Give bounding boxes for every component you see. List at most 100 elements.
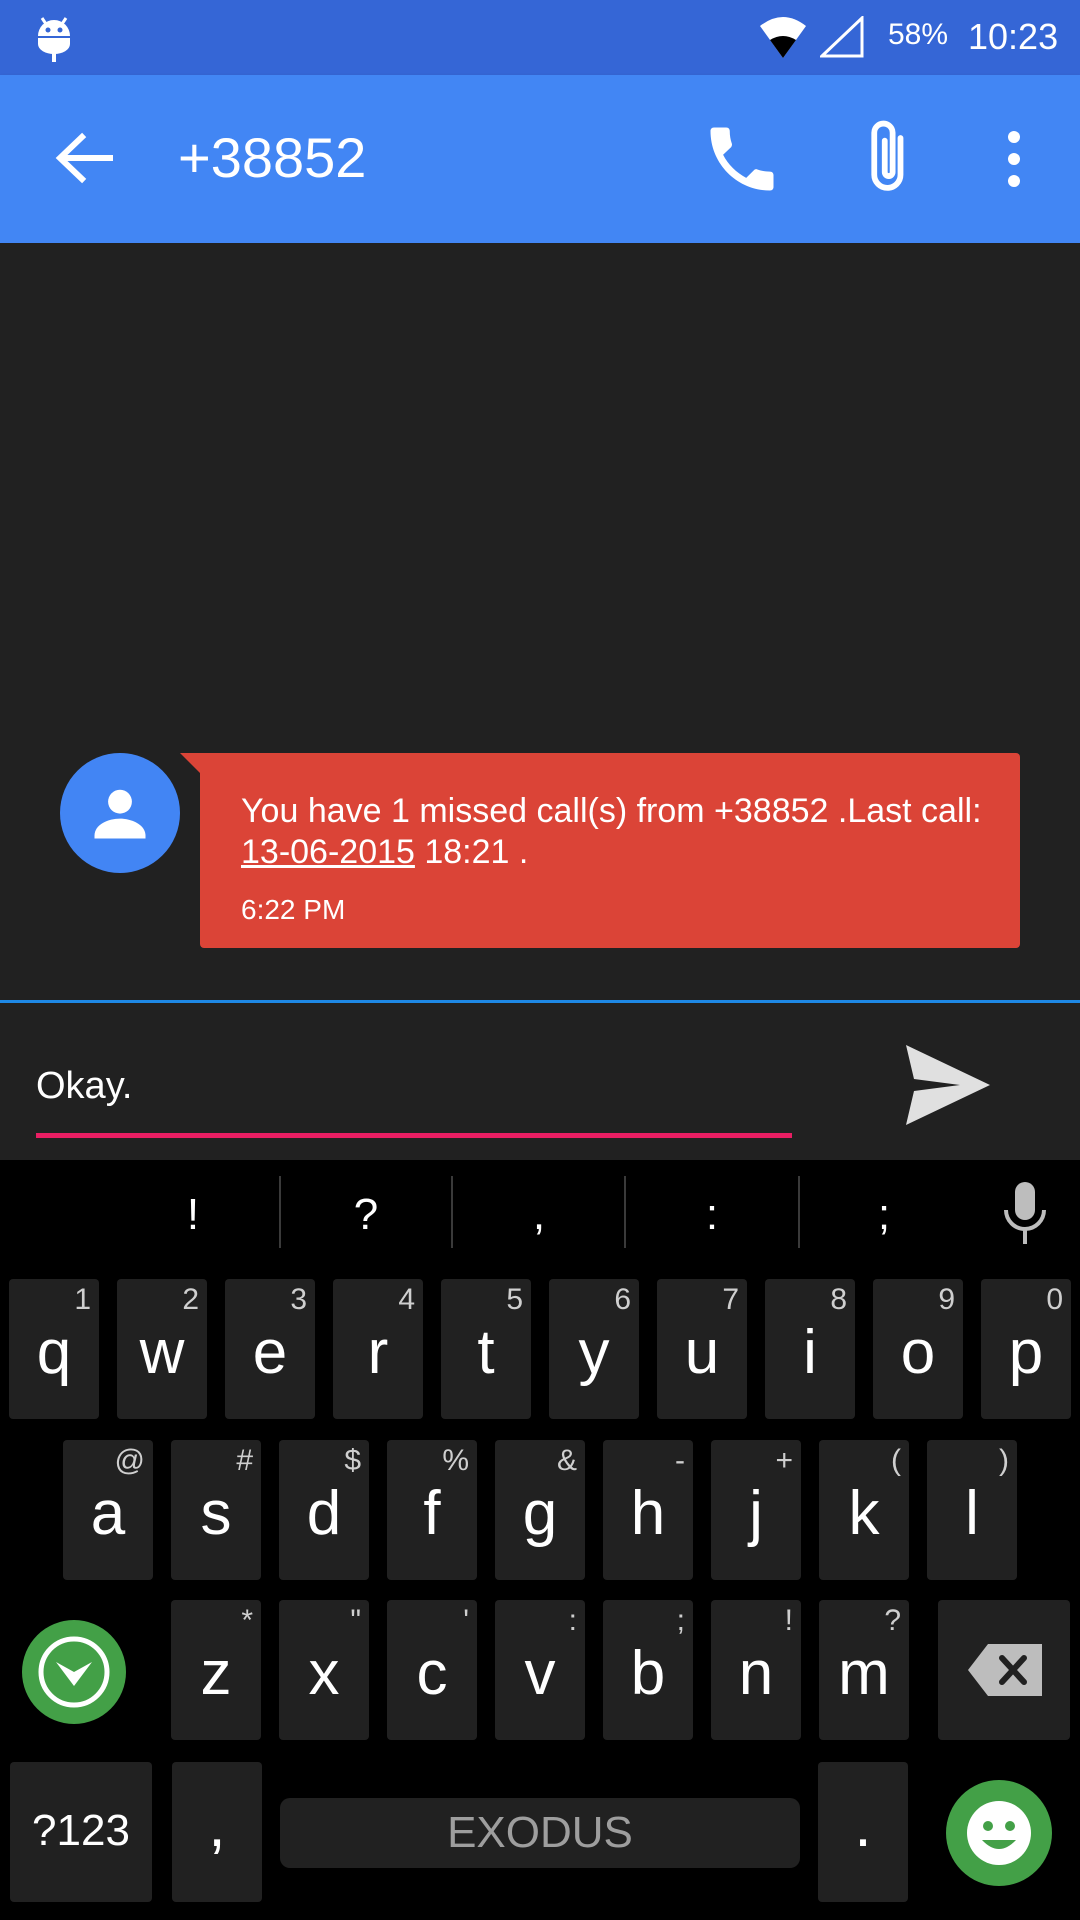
- key-hint: 3: [290, 1283, 307, 1316]
- key-letter: e: [252, 1318, 288, 1387]
- key-letter: t: [477, 1318, 495, 1387]
- key-y[interactable]: y6: [549, 1279, 639, 1419]
- key-letter: m: [838, 1639, 890, 1708]
- key-z[interactable]: z *: [171, 1600, 261, 1740]
- key-o[interactable]: o9: [873, 1279, 963, 1419]
- key-hint: 9: [938, 1283, 955, 1316]
- key-letter: c: [416, 1639, 448, 1708]
- send-icon[interactable]: [900, 1039, 992, 1131]
- key-letter: u: [684, 1318, 720, 1387]
- key-d[interactable]: d $: [279, 1440, 369, 1580]
- key-hint: @: [114, 1444, 145, 1477]
- keyboard-switch-icon: [38, 1636, 110, 1708]
- key-g[interactable]: g &: [495, 1440, 585, 1580]
- key-letter: v: [524, 1639, 556, 1708]
- keyboard-switch-button[interactable]: [22, 1620, 126, 1724]
- message-input[interactable]: Okay.: [36, 1065, 792, 1108]
- back-arrow-icon[interactable]: [50, 125, 116, 191]
- key-r[interactable]: r4: [333, 1279, 423, 1419]
- divider: [279, 1176, 281, 1248]
- key-hint: ': [463, 1604, 469, 1637]
- key-hint: (: [891, 1444, 901, 1477]
- backspace-key[interactable]: [938, 1600, 1070, 1740]
- key-u[interactable]: u7: [657, 1279, 747, 1419]
- key-p[interactable]: p0: [981, 1279, 1071, 1419]
- message-text-part: 18:21 .: [414, 833, 529, 871]
- key-a[interactable]: a @: [63, 1440, 153, 1580]
- numbers-key[interactable]: ?123: [10, 1762, 152, 1902]
- person-icon: [94, 789, 146, 839]
- key-hint: ;: [676, 1604, 685, 1637]
- key-hint: 4: [398, 1283, 415, 1316]
- phone-icon[interactable]: [700, 117, 784, 201]
- compose-bar: Okay.: [0, 1000, 1080, 1160]
- paperclip-icon[interactable]: [858, 117, 922, 201]
- key-letter: z: [200, 1639, 232, 1708]
- avatar[interactable]: [60, 753, 180, 873]
- suggestion-item[interactable]: !: [163, 1190, 223, 1240]
- divider: [798, 1176, 800, 1248]
- key-e[interactable]: e3: [225, 1279, 315, 1419]
- key-letter: b: [630, 1639, 666, 1708]
- key-t[interactable]: t5: [441, 1279, 531, 1419]
- key-hint: 7: [722, 1283, 739, 1316]
- key-letter: h: [630, 1479, 666, 1548]
- conversation-title: +38852: [178, 126, 367, 189]
- key-w[interactable]: w2: [117, 1279, 207, 1419]
- suggestion-item[interactable]: ;: [854, 1190, 914, 1240]
- key-hint: &: [556, 1444, 577, 1477]
- key-n[interactable]: n!: [711, 1600, 801, 1740]
- key-letter: r: [367, 1318, 389, 1387]
- emoji-icon: [967, 1801, 1031, 1865]
- key-s[interactable]: s #: [171, 1440, 261, 1580]
- comma-key[interactable]: ,: [172, 1762, 262, 1902]
- more-vert-icon[interactable]: [992, 117, 1036, 201]
- key-i[interactable]: i8: [765, 1279, 855, 1419]
- key-letter: x: [308, 1639, 340, 1708]
- space-key[interactable]: EXODUS: [280, 1798, 800, 1868]
- key-x[interactable]: x ": [279, 1600, 369, 1740]
- key-j[interactable]: j +: [711, 1440, 801, 1580]
- battery-percent: 58%: [888, 18, 949, 51]
- key-hint: 0: [1046, 1283, 1063, 1316]
- key-letter: j: [749, 1479, 763, 1548]
- message-bubble-tail: [180, 753, 202, 775]
- key-hint: 6: [614, 1283, 631, 1316]
- key-hint: 2: [182, 1283, 199, 1316]
- message-text-part: You have 1 missed call(s) from +38852 .L…: [241, 792, 982, 830]
- key-letter: d: [306, 1479, 342, 1548]
- key-v[interactable]: v:: [495, 1600, 585, 1740]
- date-link[interactable]: 13-06-2015: [241, 833, 415, 871]
- key-h[interactable]: h-: [603, 1440, 693, 1580]
- key-hint: -: [675, 1444, 685, 1477]
- key-letter: k: [848, 1479, 880, 1548]
- key-letter: l: [965, 1479, 979, 1548]
- suggestion-item[interactable]: ,: [509, 1190, 569, 1240]
- key-hint: !: [784, 1604, 793, 1637]
- key-m[interactable]: m?: [819, 1600, 909, 1740]
- key-b[interactable]: b;: [603, 1600, 693, 1740]
- key-hint: #: [236, 1444, 253, 1477]
- key-f[interactable]: f%: [387, 1440, 477, 1580]
- app-bar: +38852: [0, 75, 1080, 243]
- suggestion-item[interactable]: ?: [336, 1190, 396, 1240]
- key-hint: $: [344, 1444, 361, 1477]
- message-bubble[interactable]: You have 1 missed call(s) from +38852 .L…: [200, 753, 1020, 948]
- key-c[interactable]: c ': [387, 1600, 477, 1740]
- emoji-key[interactable]: [946, 1780, 1052, 1886]
- comma-key-label: ,: [208, 1791, 226, 1860]
- clock: 10:23: [968, 16, 1059, 57]
- message-text: You have 1 missed call(s) from +38852 .L…: [241, 791, 1001, 873]
- microphone-icon[interactable]: [1002, 1180, 1048, 1246]
- key-q[interactable]: q1: [9, 1279, 99, 1419]
- divider: [451, 1176, 453, 1248]
- key-letter: g: [522, 1479, 558, 1548]
- key-letter: n: [738, 1639, 774, 1708]
- key-hint: ": [350, 1604, 361, 1637]
- period-key[interactable]: .: [818, 1762, 908, 1902]
- suggestion-item[interactable]: :: [682, 1190, 742, 1240]
- key-hint: ?: [884, 1604, 901, 1637]
- key-l[interactable]: l): [927, 1440, 1017, 1580]
- key-hint: +: [775, 1444, 793, 1477]
- key-k[interactable]: k(: [819, 1440, 909, 1580]
